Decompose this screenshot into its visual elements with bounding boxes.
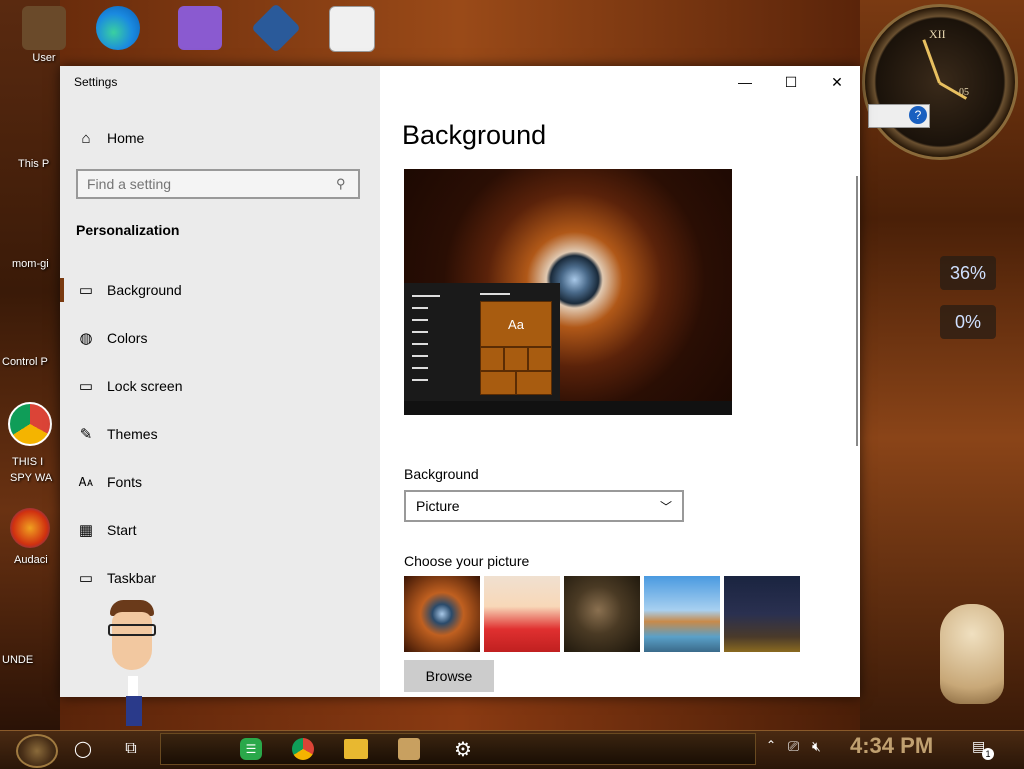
chevron-down-icon: ﹀: [659, 499, 672, 514]
picture-icon: ▭: [78, 282, 94, 299]
taskbar-clock[interactable]: 4:34 PM: [850, 733, 933, 759]
nav-item-colors[interactable]: ◍ Colors: [60, 314, 380, 362]
clock-numeral: XII: [929, 27, 946, 41]
hxd-icon: [329, 6, 375, 52]
nav-item-label: Fonts: [107, 474, 143, 490]
edge-icon: [96, 6, 140, 50]
ram-gauge: 0%: [940, 305, 996, 339]
browse-button[interactable]: Browse: [404, 660, 494, 692]
page-title: Background: [402, 120, 547, 150]
section-heading: Personalization: [76, 222, 180, 238]
clock-widget: XII 05: [862, 4, 1018, 160]
maximize-button[interactable]: ☐: [768, 66, 814, 98]
lock-screen-icon: ▭: [78, 378, 94, 395]
preview-taskbar: [404, 401, 732, 415]
desktop-icon-user[interactable]: User: [14, 6, 74, 64]
audacity-icon: [10, 508, 50, 548]
nav-item-label: Themes: [107, 426, 158, 442]
nav-item-label: Colors: [107, 330, 148, 346]
picture-thumbnail[interactable]: [404, 576, 480, 652]
nav-item-themes[interactable]: ✎ Themes: [60, 410, 380, 458]
minimize-button[interactable]: —: [722, 66, 768, 98]
volume-muted-icon[interactable]: 🔇︎: [812, 738, 821, 755]
cartoon-character: [106, 600, 158, 726]
desktop-label-this-is[interactable]: THIS I: [12, 456, 43, 468]
task-view-icon[interactable]: ⧉: [118, 736, 144, 762]
start-button[interactable]: [16, 734, 58, 768]
desktop-icon-label: User: [32, 52, 56, 64]
settings-window: Settings ⌂ Home ⚲ Personalization ▭ Back…: [60, 66, 860, 697]
desktop-icon-edge[interactable]: [88, 6, 148, 52]
home-icon: ⌂: [81, 129, 91, 147]
background-dropdown-value: Picture: [416, 498, 460, 514]
window-title: Settings: [74, 75, 118, 89]
palette-icon: ◍: [79, 330, 93, 347]
desktop-icon-visual-studio[interactable]: [170, 6, 230, 52]
chrome-icon: [8, 402, 52, 446]
nav-item-start[interactable]: ▦ Start: [60, 506, 380, 554]
search-input[interactable]: [78, 175, 336, 193]
preview-start-panel: Aa: [404, 283, 560, 401]
preview-tile-main: Aa: [480, 301, 552, 347]
chevron-up-icon[interactable]: ⌃: [766, 738, 776, 752]
background-label: Background: [404, 466, 479, 482]
hamster-widget: [940, 604, 1004, 704]
search-icon[interactable]: ⚲: [336, 176, 358, 192]
chrome-taskbar-icon[interactable]: [292, 738, 314, 760]
file-explorer-icon[interactable]: [344, 739, 368, 759]
sheets-icon[interactable]: ☰: [240, 738, 262, 760]
close-button[interactable]: ✕: [814, 66, 860, 98]
desktop-label-undertale[interactable]: UNDE: [2, 654, 33, 666]
scrollbar[interactable]: [856, 176, 858, 446]
network-icon[interactable]: ⎚: [788, 738, 799, 755]
nav-item-fonts[interactable]: Ꭺᴀ Fonts: [60, 458, 380, 506]
visual-studio-icon: [178, 6, 222, 50]
desktop-icon-chrome[interactable]: [8, 402, 52, 448]
themes-icon: ✎: [79, 426, 93, 443]
choose-picture-label: Choose your picture: [404, 553, 530, 569]
desktop-icon-hxd[interactable]: [322, 6, 382, 54]
clock-hand-minute: [922, 39, 941, 84]
virtualbox-icon: [251, 3, 301, 53]
desktop-label-audacity[interactable]: Audaci: [14, 554, 48, 566]
background-preview: Aa: [404, 169, 732, 415]
desktop-label-mom[interactable]: mom-gi: [12, 258, 49, 270]
picture-thumbnail[interactable]: [644, 576, 720, 652]
nav-item-background[interactable]: ▭ Background: [60, 266, 380, 314]
fonts-icon: Ꭺᴀ: [78, 474, 94, 489]
help-icon[interactable]: ?: [909, 106, 927, 124]
background-dropdown[interactable]: Picture ﹀: [404, 490, 684, 522]
nav-item-lock-screen[interactable]: ▭ Lock screen: [60, 362, 380, 410]
desktop-label-control-panel[interactable]: Control P: [2, 356, 48, 368]
desktop-icon-audacity[interactable]: [8, 508, 52, 550]
app-taskbar-icon[interactable]: [398, 738, 420, 760]
taskbar-icon: ▭: [78, 570, 94, 587]
desktop-icon-virtualbox[interactable]: [246, 3, 306, 53]
desktop-label-this-pc[interactable]: This P: [18, 158, 49, 170]
nav-home[interactable]: ⌂ Home: [60, 114, 380, 162]
desktop-label-spyware[interactable]: SPY WA: [10, 472, 52, 484]
nav-item-label: Lock screen: [107, 378, 183, 394]
nav-item-label: Start: [107, 522, 137, 538]
cortana-icon[interactable]: ◯: [70, 736, 96, 762]
start-icon: ▦: [78, 522, 94, 539]
settings-gear-icon[interactable]: ⚙: [450, 736, 476, 762]
notification-badge: 1: [982, 748, 994, 760]
picture-thumbnail[interactable]: [484, 576, 560, 652]
nav-item-taskbar[interactable]: ▭ Taskbar: [60, 554, 380, 602]
nav-home-label: Home: [107, 130, 145, 146]
picture-thumbnail[interactable]: [724, 576, 800, 652]
search-box[interactable]: ⚲: [76, 169, 360, 199]
desktop-wallpaper-bottom: [60, 697, 860, 730]
picture-thumbnail[interactable]: [564, 576, 640, 652]
nav-item-label: Background: [107, 282, 182, 298]
nav-item-label: Taskbar: [107, 570, 157, 586]
settings-content-pane: — ☐ ✕ Background Aa Background Picture ﹀…: [380, 66, 860, 697]
cpu-gauge: 36%: [940, 256, 996, 290]
